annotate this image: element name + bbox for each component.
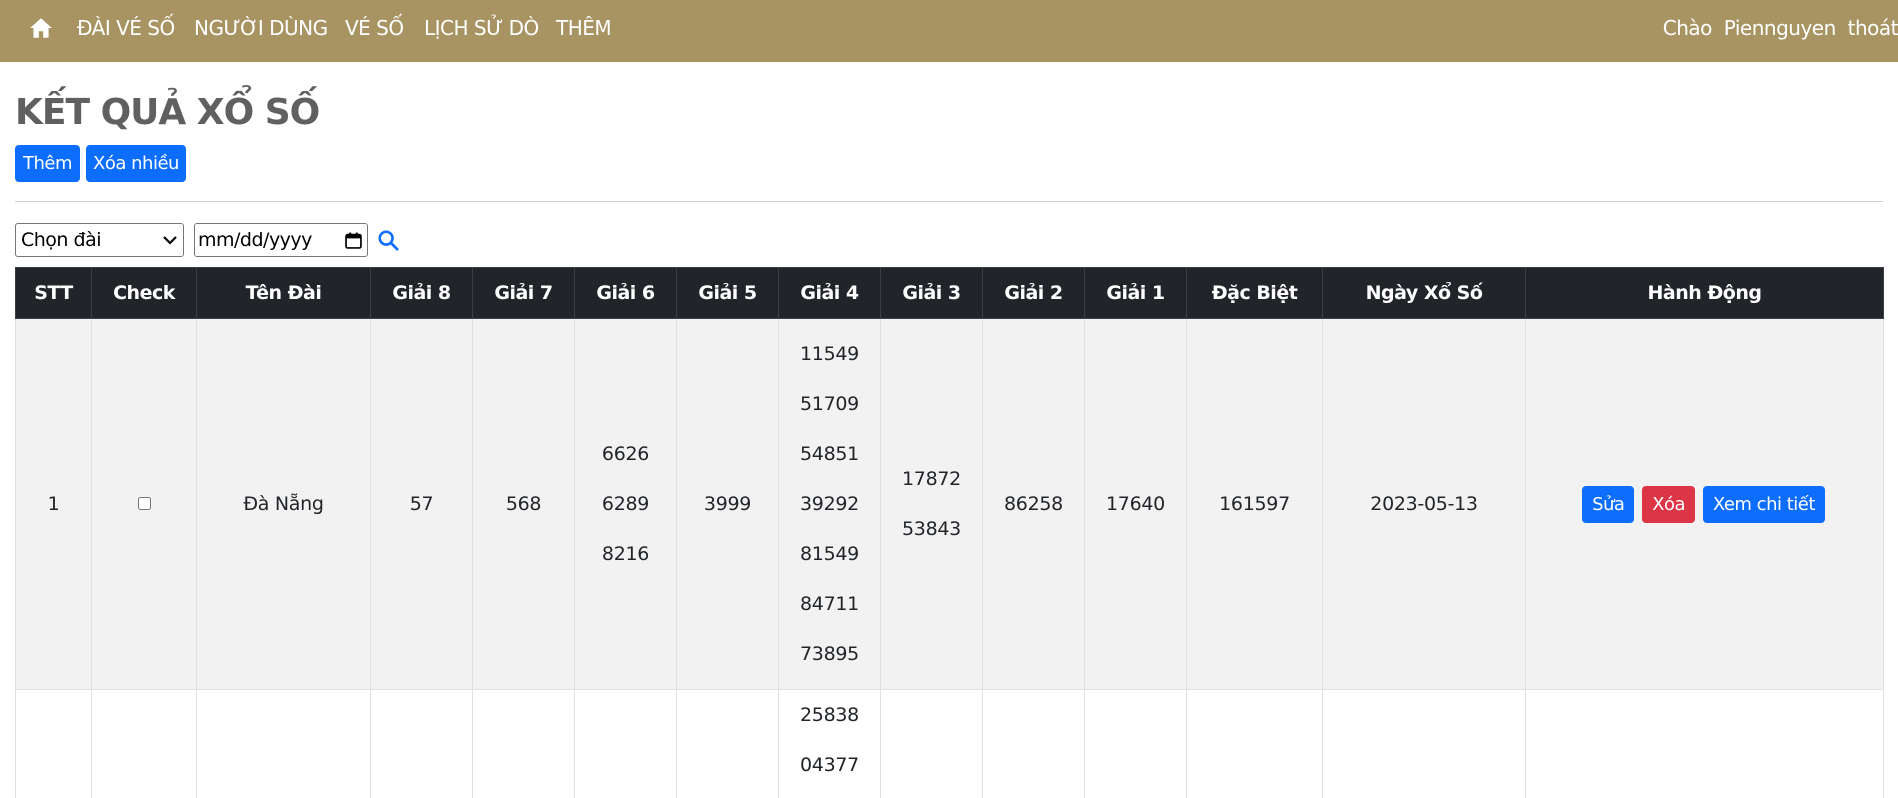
view-detail-button[interactable]: Xem chi tiết [1702,485,1825,523]
header-prize-3: Giải 3 [880,267,983,319]
station-select-value: Chọn đài [21,229,102,251]
header-prize-1: Giải 1 [1084,267,1187,319]
header-station: Tên Đài [196,267,371,319]
header-draw-date: Ngày Xổ Số [1322,267,1526,319]
cell-prize-2: 86258 [982,318,1085,690]
top-navbar: ĐÀI VÉ SỐ NGƯỜI DÙNG VÉ SỐ LỊCH SỬ DÒ TH… [0,0,1898,62]
cell-prize-3: 17872 53843 [880,318,983,690]
prize-number: 53843 [902,518,961,540]
header-prize-4: Giải 4 [778,267,881,319]
chevron-down-icon [163,236,177,245]
logout-link[interactable]: thoát [1848,16,1898,40]
prize-number: 84711 [800,593,859,615]
prize-number: 17872 [902,468,961,490]
edit-button[interactable]: Sửa [1582,485,1635,523]
results-table: STT Check Tên Đài Giải 8 Giải 7 Giải 6 G… [15,267,1884,798]
delete-button[interactable]: Xóa [1642,485,1696,523]
date-input[interactable]: mm/dd/yyyy [194,223,368,257]
cell-draw-date [1322,689,1526,798]
header-prize-6: Giải 6 [574,267,677,319]
header-prize-2: Giải 2 [982,267,1085,319]
row-checkbox[interactable] [137,497,151,510]
cell-stt: 1 [15,318,92,690]
cell-prize-4: 11549 51709 54851 39292 81549 84711 7389… [778,318,881,690]
table-row: 1 Đà Nẵng 57 568 6626 6289 8216 3999 115… [15,318,1884,690]
calendar-icon[interactable] [345,232,362,249]
greeting-text: Chào [1662,16,1713,40]
prize-number: 6626 [601,443,650,465]
divider [15,201,1883,202]
cell-prize-2 [982,689,1085,798]
search-icon[interactable] [377,229,399,251]
prize-number: 04377 [800,754,859,776]
cell-actions [1525,689,1884,798]
table-row: 25838 04377 [15,689,1884,798]
cell-prize-6 [574,689,677,798]
cell-prize-3 [880,689,983,798]
prize-number: 25838 [800,704,859,726]
cell-station [196,689,371,798]
header-prize-5: Giải 5 [676,267,779,319]
header-prize-7: Giải 7 [472,267,575,319]
header-prize-8: Giải 8 [370,267,473,319]
cell-station: Đà Nẵng [196,318,371,690]
cell-prize-1 [1084,689,1187,798]
header-check: Check [91,267,197,319]
cell-special: 161597 [1186,318,1323,690]
home-icon[interactable] [28,15,54,41]
cell-prize-5 [676,689,779,798]
prize-number: 11549 [800,343,859,365]
nav-item-check-history[interactable]: LỊCH SỬ DÒ [424,0,539,62]
cell-prize-7 [472,689,575,798]
station-select[interactable]: Chọn đài [15,223,184,257]
cell-prize-6: 6626 6289 8216 [574,318,677,690]
prize-number: 54851 [800,443,859,465]
date-input-placeholder: mm/dd/yyyy [198,229,312,251]
prize-number: 8216 [601,543,650,565]
prize-number: 81549 [800,543,859,565]
nav-item-more[interactable]: THÊM [556,0,612,62]
cell-check [91,318,197,690]
table-header-row: STT Check Tên Đài Giải 8 Giải 7 Giải 6 G… [15,267,1884,319]
header-special: Đặc Biệt [1186,267,1323,319]
cell-prize-8: 57 [370,318,473,690]
add-button[interactable]: Thêm [15,145,80,182]
nav-item-stations[interactable]: ĐÀI VÉ SỐ [77,0,175,62]
page-title: KẾT QUẢ XỔ SỐ [15,92,320,133]
cell-check [91,689,197,798]
prize-number: 6289 [601,493,650,515]
header-actions: Hành Động [1525,267,1884,319]
username-text: Piennguyen [1723,16,1837,40]
cell-special [1186,689,1323,798]
nav-item-users[interactable]: NGƯỜI DÙNG [194,0,328,62]
prize-number: 73895 [800,643,859,665]
bulk-delete-button[interactable]: Xóa nhiều [86,145,186,182]
cell-stt [15,689,92,798]
cell-prize-1: 17640 [1084,318,1187,690]
nav-item-tickets[interactable]: VÉ SỐ [345,0,404,62]
cell-prize-4: 25838 04377 [778,689,881,798]
cell-prize-7: 568 [472,318,575,690]
cell-actions: Sửa Xóa Xem chi tiết [1525,318,1884,690]
header-stt: STT [15,267,92,319]
cell-prize-5: 3999 [676,318,779,690]
prize-number: 51709 [800,393,859,415]
cell-prize-8 [370,689,473,798]
user-area: Chào Piennguyen thoát [1663,0,1898,62]
cell-draw-date: 2023-05-13 [1322,318,1526,690]
prize-number: 39292 [800,493,859,515]
